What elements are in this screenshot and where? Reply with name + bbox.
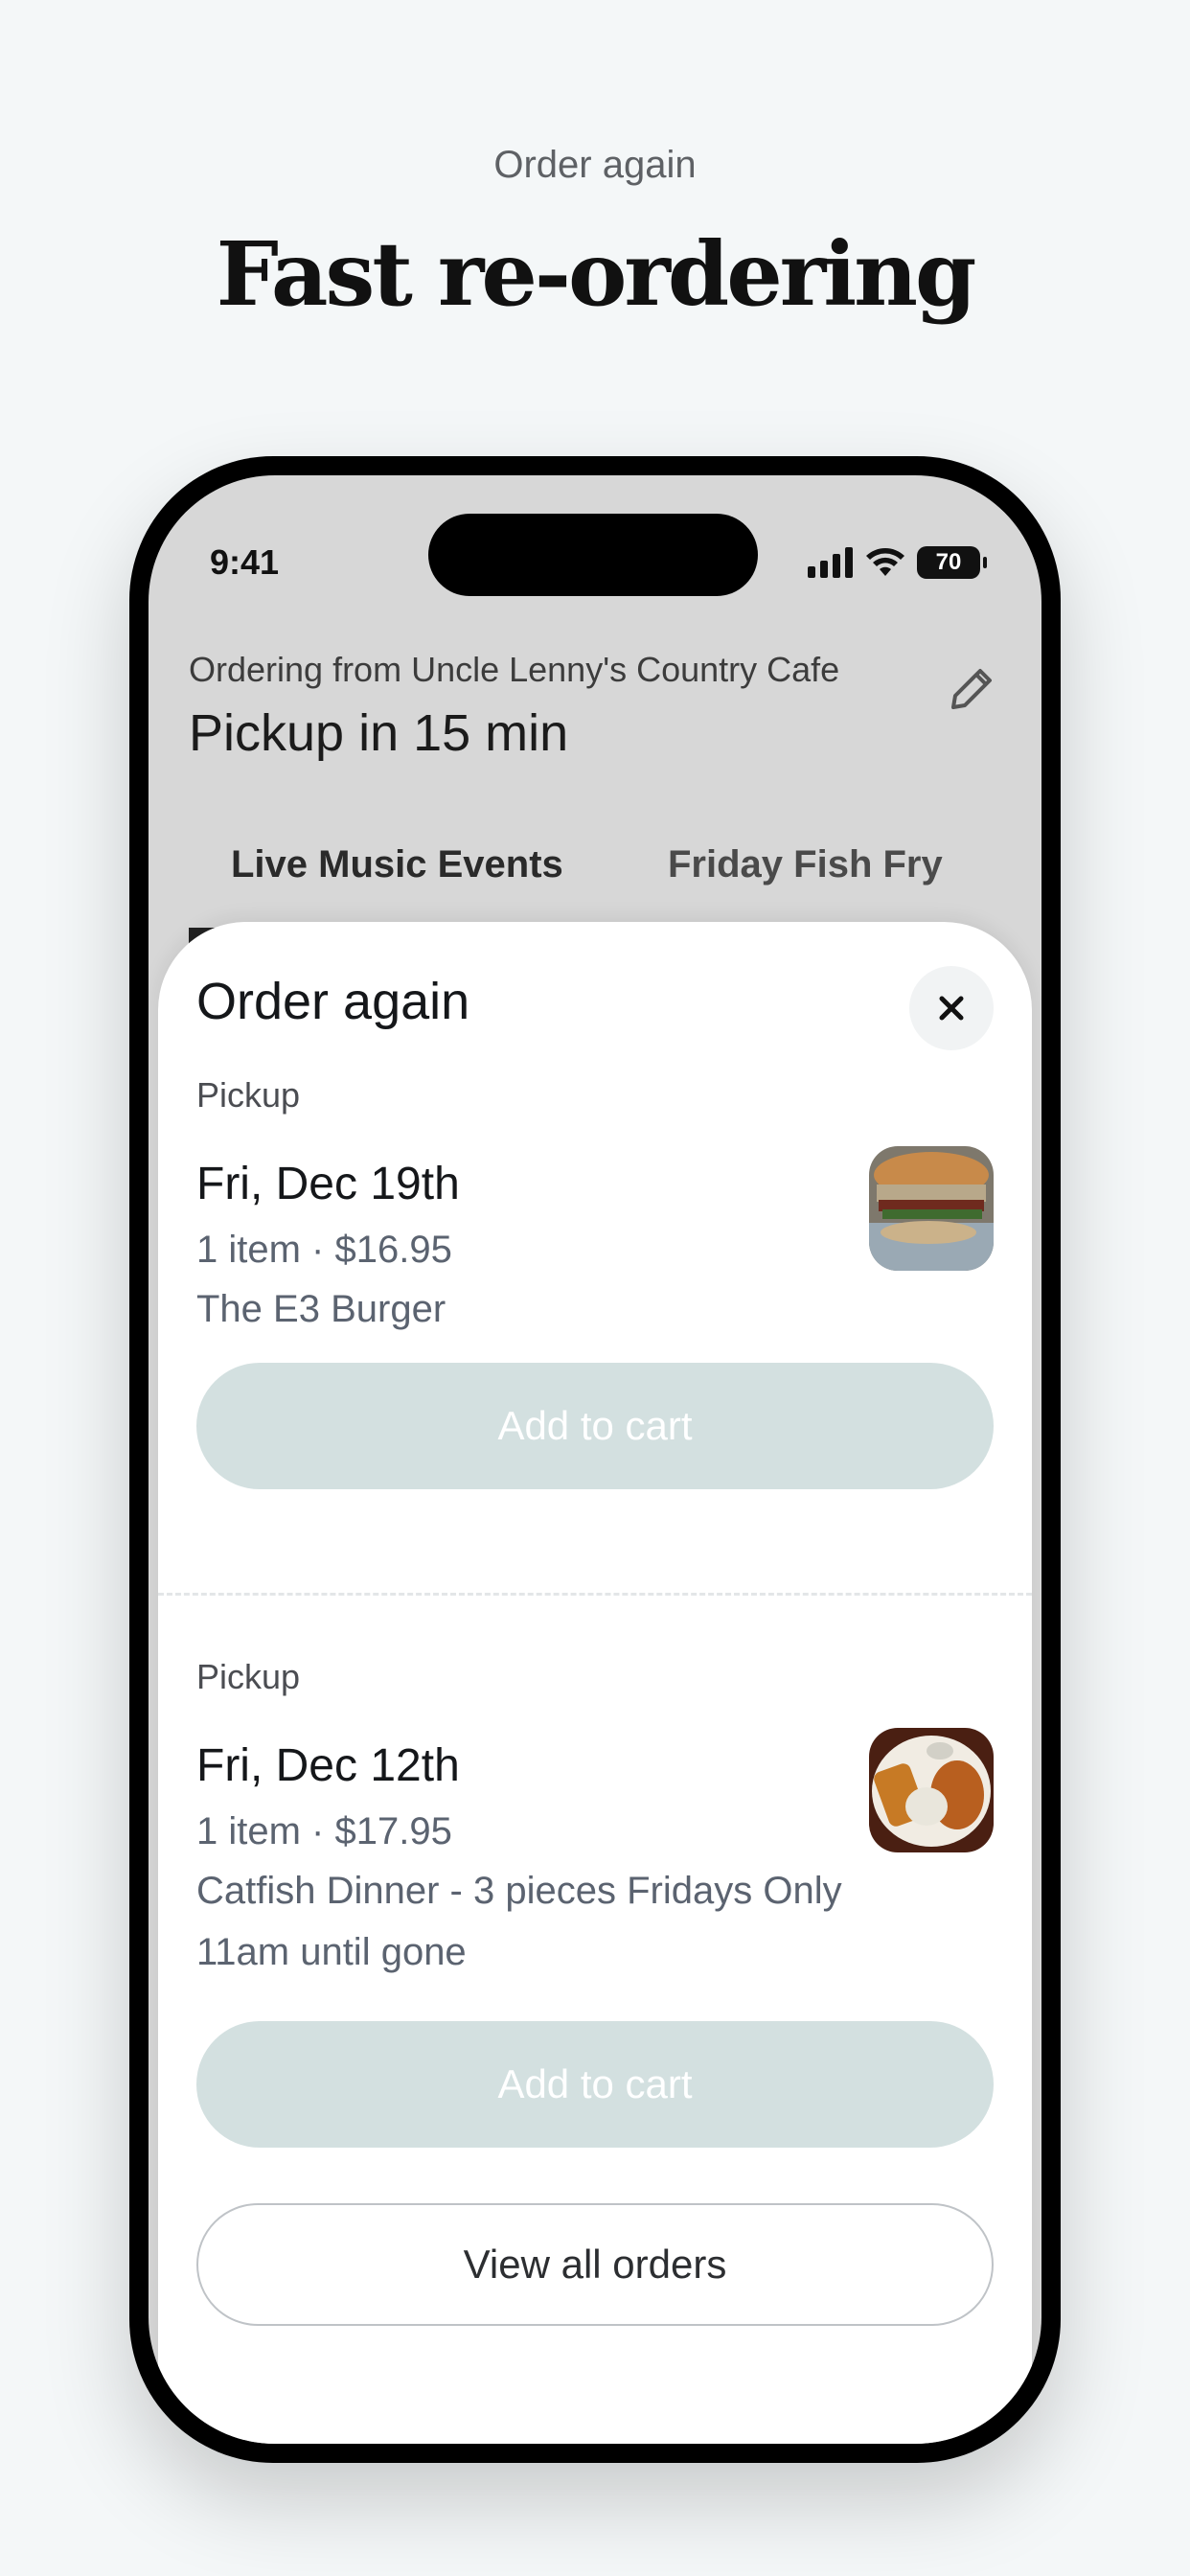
order-date: Fri, Dec 19th <box>196 1159 460 1209</box>
add-to-cart-button[interactable]: Add to cart <box>196 2021 994 2148</box>
phone-screen: 9:41 70 Ordering from Uncle Lenny's Coun… <box>149 475 1041 2444</box>
order-divider <box>158 1593 1032 1596</box>
order-card: Pickup Fri, Dec 12th 1 item · $17.95 Cat… <box>196 1657 994 2194</box>
signal-icon <box>808 547 853 578</box>
view-all-orders-button[interactable]: View all orders <box>196 2203 994 2326</box>
hero-kicker: Order again <box>493 144 697 186</box>
tab-friday-fish-fry[interactable]: Friday Fish Fry <box>668 843 943 886</box>
order-summary: 1 item · $17.95 <box>196 1810 452 1852</box>
sheet-title: Order again <box>196 973 470 1030</box>
order-mode: Pickup <box>196 1657 301 1696</box>
phone-frame: 9:41 70 Ordering from Uncle Lenny's Coun… <box>129 456 1061 2463</box>
pickup-time[interactable]: Pickup in 15 min <box>189 703 568 763</box>
add-to-cart-button[interactable]: Add to cart <box>196 1363 994 1489</box>
dynamic-island <box>428 514 758 596</box>
catfish-dinner-thumbnail <box>869 1728 994 1852</box>
status-icons: 70 <box>808 546 987 579</box>
order-items: The E3 Burger <box>196 1288 446 1330</box>
order-mode: Pickup <box>196 1075 301 1115</box>
close-icon <box>939 996 964 1021</box>
burger-thumbnail <box>869 1146 994 1271</box>
wifi-icon <box>866 548 904 576</box>
edit-pencil-icon[interactable] <box>940 659 1001 721</box>
battery-icon: 70 <box>917 546 987 579</box>
status-time: 9:41 <box>210 542 280 582</box>
order-card: Pickup Fri, Dec 19th 1 item · $16.95 The… <box>196 1075 994 1574</box>
catfish-image-icon <box>869 1728 994 1852</box>
hero-title: Fast re-ordering <box>216 222 977 326</box>
order-summary: 1 item · $16.95 <box>196 1229 452 1271</box>
burger-image-icon <box>869 1146 994 1271</box>
order-items: Catfish Dinner - 3 pieces Fridays Only 1… <box>196 1870 842 1973</box>
ordering-from-label: Ordering from Uncle Lenny's Country Cafe <box>189 650 840 689</box>
close-button[interactable] <box>909 966 994 1050</box>
order-again-sheet: Order again Pickup Fri, Dec 19th 1 item … <box>158 922 1032 2444</box>
order-date: Fri, Dec 12th <box>196 1740 460 1791</box>
tab-live-music-events[interactable]: Live Music Events <box>231 843 563 886</box>
